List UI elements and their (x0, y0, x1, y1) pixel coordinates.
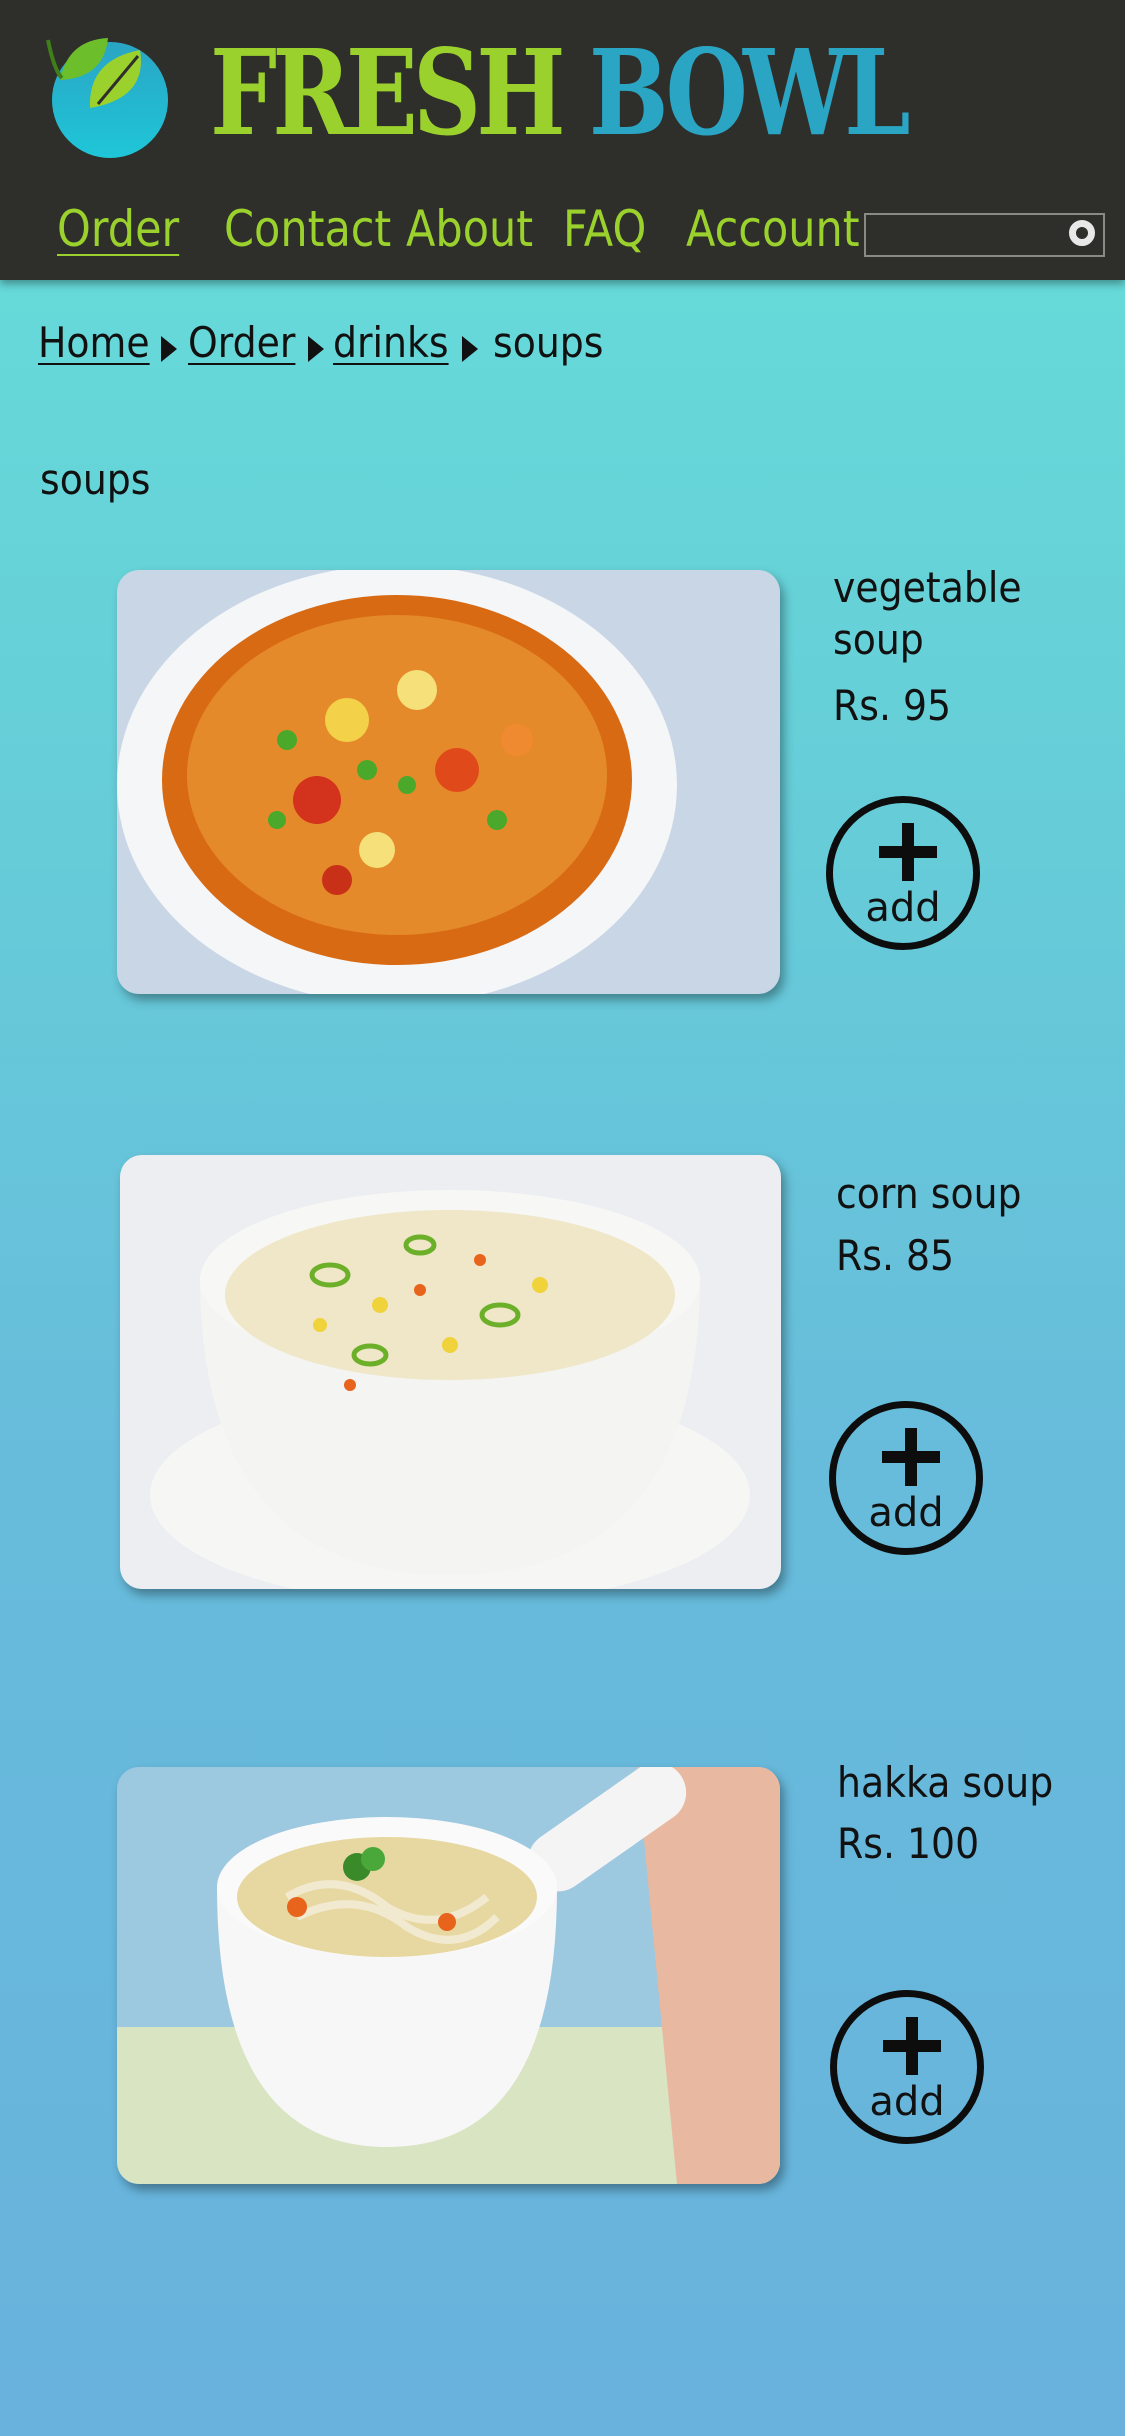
breadcrumb-drinks[interactable]: drinks (333, 318, 449, 367)
add-to-cart-button[interactable]: add (830, 1990, 984, 2144)
plus-icon (882, 1428, 940, 1486)
leaf-bowl-icon[interactable] (40, 30, 180, 170)
search-box (864, 213, 1105, 257)
add-to-cart-button[interactable]: add (826, 796, 980, 950)
product-image-corn-soup[interactable] (120, 1155, 781, 1589)
app-header: FRESH BOWL Order Contact About FAQ Accou… (0, 0, 1125, 280)
breadcrumb-order[interactable]: Order (188, 318, 295, 367)
breadcrumb-home[interactable]: Home (38, 318, 150, 367)
nav-item-account[interactable]: Account (686, 200, 860, 258)
product-image-hakka-soup[interactable] (117, 1767, 780, 2184)
nav-item-about[interactable]: About (406, 200, 533, 258)
add-label: add (869, 2079, 945, 2125)
add-to-cart-button[interactable]: add (829, 1401, 983, 1555)
plus-icon (883, 2017, 941, 2075)
add-label: add (868, 1490, 944, 1536)
product-name: soup (833, 615, 924, 664)
product-price: Rs. 85 (836, 1231, 955, 1280)
product-name: vegetable (833, 563, 1022, 612)
chevron-right-icon (308, 336, 324, 362)
brand-word-fresh: FRESH (210, 23, 566, 162)
chevron-right-icon (161, 336, 177, 362)
search-input[interactable] (866, 215, 1066, 257)
page-title: soups (40, 455, 151, 504)
nav-item-faq[interactable]: FAQ (563, 200, 646, 258)
brand-word-bowl: BOWL (588, 23, 911, 162)
plus-icon (879, 823, 937, 881)
product-price: Rs. 95 (833, 681, 952, 730)
product-name: hakka soup (837, 1758, 1054, 1807)
product-name: corn soup (836, 1169, 1022, 1218)
add-label: add (865, 885, 941, 931)
chevron-right-icon (462, 336, 478, 362)
nav-item-contact[interactable]: Contact (224, 200, 391, 258)
search-icon[interactable] (1069, 220, 1095, 246)
nav-item-order[interactable]: Order (57, 200, 179, 258)
breadcrumb-current: soups (493, 318, 604, 367)
product-image-vegetable-soup[interactable] (117, 570, 780, 994)
product-price: Rs. 100 (837, 1819, 980, 1868)
brand-title: FRESH BOWL (210, 28, 911, 158)
